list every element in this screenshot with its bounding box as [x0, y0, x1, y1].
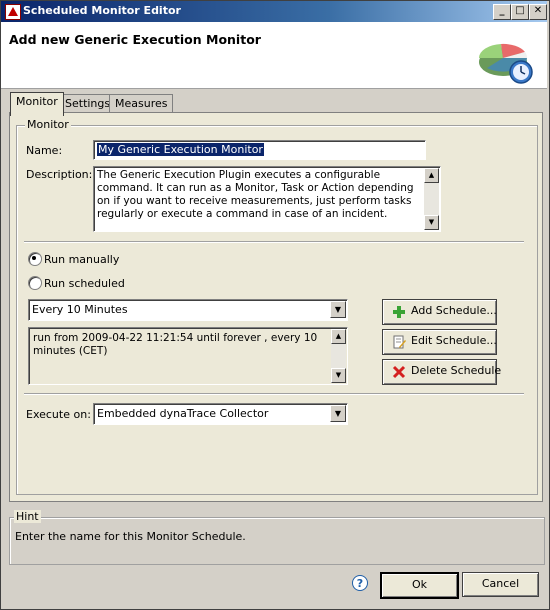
separator — [24, 241, 524, 243]
name-value: My Generic Execution Monitor — [97, 143, 264, 156]
ok-button[interactable]: Ok — [380, 572, 459, 599]
edit-document-icon — [393, 335, 406, 349]
name-label: Name: — [26, 144, 63, 157]
title-bar[interactable]: Scheduled Monitor Editor _ □ ✕ — [1, 1, 547, 22]
scroll-down-icon[interactable]: ▼ — [424, 215, 439, 230]
scroll-down-icon[interactable]: ▼ — [331, 368, 346, 383]
chevron-down-icon[interactable]: ▼ — [330, 301, 346, 318]
schedule-detail-scrollbar[interactable]: ▲ ▼ — [331, 329, 346, 383]
page-title: Add new Generic Execution Monitor — [9, 32, 261, 47]
schedule-detail-text: run from 2009-04-22 11:21:54 until forev… — [33, 332, 318, 357]
separator — [24, 393, 524, 395]
delete-schedule-label: Delete Schedule — [411, 364, 502, 377]
ok-label: Ok — [411, 578, 428, 591]
run-scheduled-label: Run scheduled — [44, 277, 125, 290]
close-button[interactable]: ✕ — [529, 4, 547, 20]
execute-on-select[interactable]: Embedded dynaTrace Collector ▼ — [93, 403, 348, 425]
run-scheduled-radio[interactable] — [28, 276, 42, 290]
add-schedule-label: Add Schedule... — [411, 304, 497, 317]
cancel-label: Cancel — [481, 577, 520, 590]
header-banner: Add new Generic Execution Monitor — [1, 22, 547, 89]
hint-legend: Hint — [14, 510, 41, 523]
hint-text: Enter the name for this Monitor Schedule… — [15, 530, 246, 543]
plus-icon — [393, 306, 405, 318]
chevron-down-icon[interactable]: ▼ — [330, 405, 346, 422]
minimize-button[interactable]: _ — [493, 4, 511, 20]
edit-schedule-button[interactable]: Edit Schedule... — [382, 329, 497, 355]
description-label: Description: — [26, 168, 93, 181]
schedule-select[interactable]: Every 10 Minutes ▼ — [28, 299, 348, 321]
run-manually-radio[interactable] — [28, 252, 42, 266]
description-value: The Generic Execution Plugin executes a … — [97, 169, 414, 220]
schedule-detail-box: run from 2009-04-22 11:21:54 until forev… — [28, 327, 348, 385]
run-manually-label: Run manually — [44, 253, 120, 266]
delete-x-icon — [392, 365, 406, 379]
edit-schedule-label: Edit Schedule... — [411, 334, 497, 347]
execute-on-label: Execute on: — [26, 408, 91, 421]
monitor-group-legend: Monitor — [25, 118, 71, 131]
description-scrollbar[interactable]: ▲ ▼ — [424, 168, 439, 230]
scroll-up-icon[interactable]: ▲ — [331, 329, 346, 344]
cancel-button[interactable]: Cancel — [462, 572, 539, 597]
monitor-tab-panel: Monitor Name: My Generic Execution Monit… — [9, 112, 543, 502]
help-icon[interactable]: ? — [352, 575, 368, 591]
name-field[interactable]: My Generic Execution Monitor — [93, 140, 426, 160]
window-title: Scheduled Monitor Editor — [23, 4, 181, 17]
execute-on-value: Embedded dynaTrace Collector — [97, 407, 269, 420]
description-textarea[interactable]: The Generic Execution Plugin executes a … — [93, 166, 441, 232]
pie-chart-clock-icon — [478, 43, 533, 84]
schedule-select-value: Every 10 Minutes — [32, 303, 128, 316]
app-icon — [5, 4, 21, 20]
delete-schedule-button[interactable]: Delete Schedule — [382, 359, 501, 385]
maximize-button[interactable]: □ — [511, 4, 529, 20]
hint-area: Hint Enter the name for this Monitor Sch… — [9, 510, 545, 565]
scroll-up-icon[interactable]: ▲ — [424, 168, 439, 183]
add-schedule-button[interactable]: Add Schedule... — [382, 299, 497, 325]
tab-monitor[interactable]: Monitor — [10, 92, 64, 116]
